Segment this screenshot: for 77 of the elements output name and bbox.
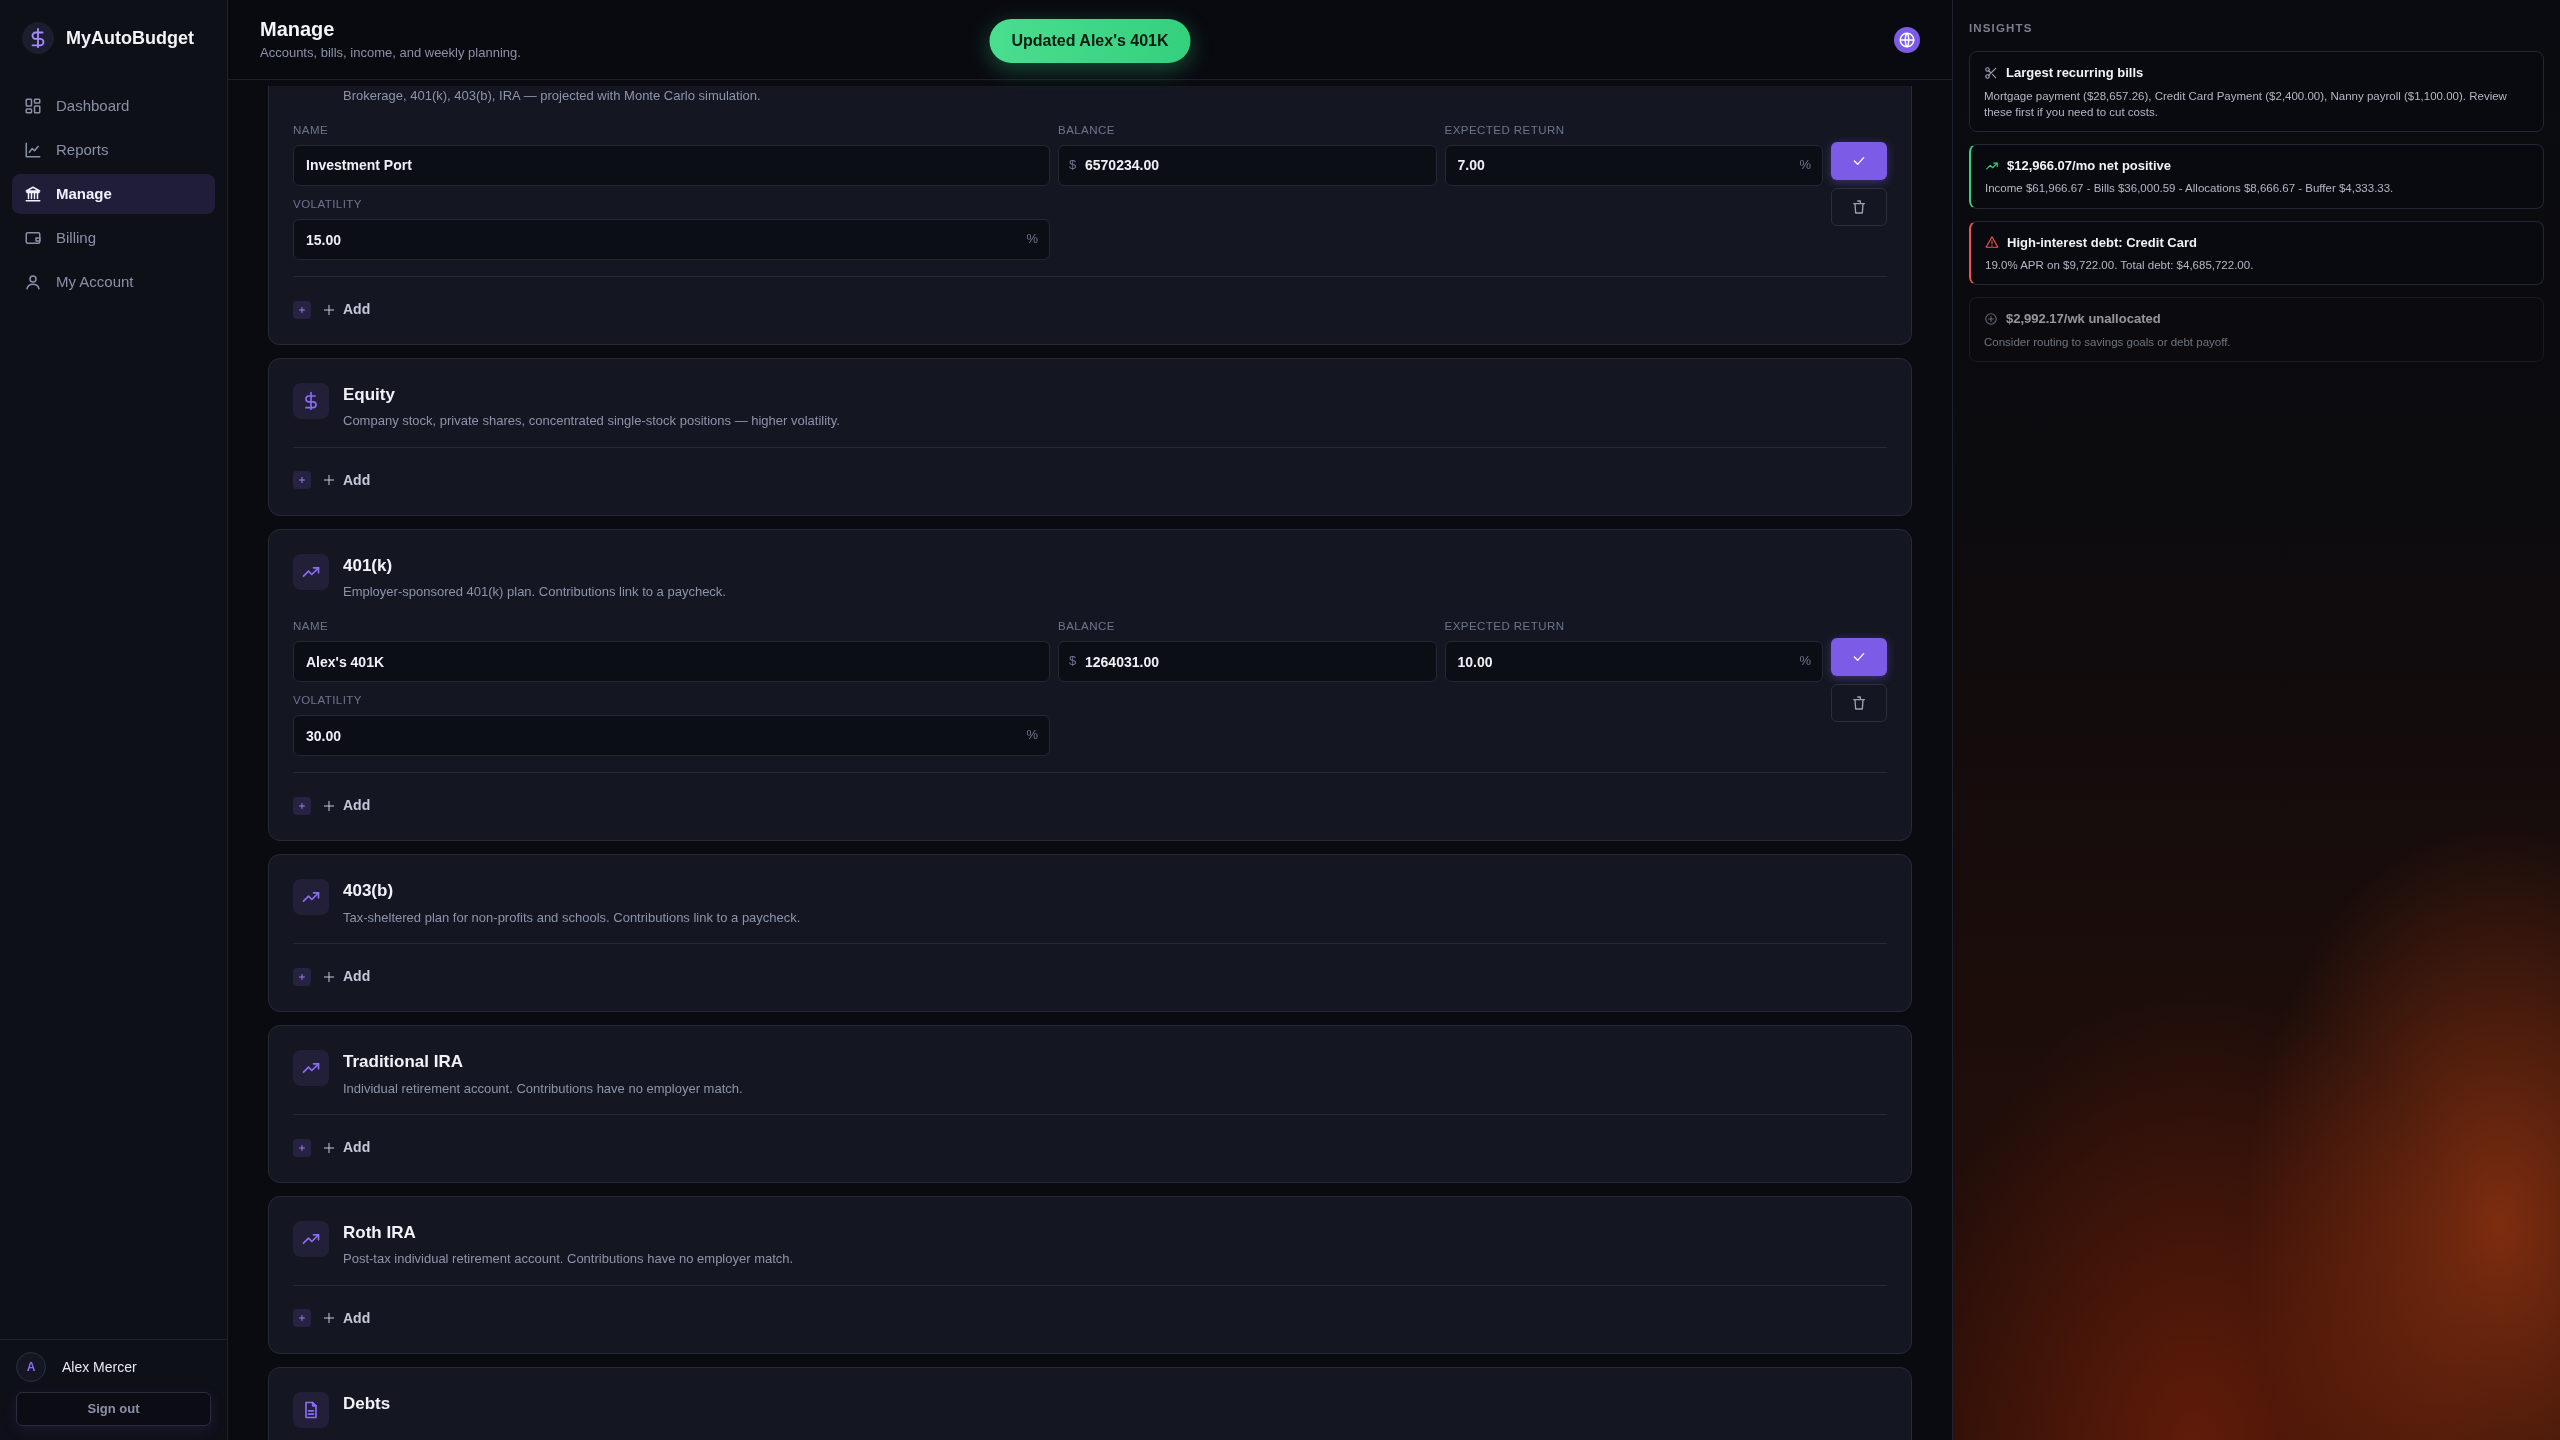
delete-button[interactable]	[1831, 187, 1887, 226]
plus-icon	[293, 796, 311, 815]
field-label: EXPECTED RETURN	[1444, 618, 1566, 634]
field-label: VOLATILITY	[293, 196, 363, 212]
line-chart-icon	[24, 141, 42, 159]
add-button[interactable]: Add	[321, 795, 371, 817]
insight-title: $2,992.17/wk unallocated	[2006, 310, 2161, 329]
section-title: Equity	[343, 385, 396, 406]
percent-sign: %	[1026, 726, 1038, 745]
percent-sign: %	[1026, 230, 1038, 248]
bank-icon	[24, 185, 42, 203]
plus-circle-icon	[1984, 311, 1998, 326]
save-button[interactable]	[1831, 141, 1887, 180]
field-label: BALANCE	[1058, 618, 1116, 634]
add-button[interactable]: Add	[321, 1137, 371, 1159]
add-button[interactable]: Add	[321, 299, 371, 320]
name-field[interactable]: Investment Port	[293, 144, 1050, 186]
sign-out-button[interactable]: Sign out	[16, 1392, 211, 1426]
add-button[interactable]: Add	[321, 966, 371, 988]
section-description: Individual retirement account. Contributions have no employer match.	[343, 1079, 743, 1098]
section-heading: INSIGHTS	[1969, 21, 2034, 36]
warning-icon	[1985, 235, 1999, 250]
scissors-icon	[1984, 66, 1998, 80]
trash-icon	[1851, 198, 1867, 215]
percent-sign: %	[1799, 155, 1811, 174]
wallet-icon	[24, 229, 42, 247]
save-button[interactable]	[1831, 637, 1887, 676]
section-description: Company stock, private shares, concentrated single-stock positions — higher volatility.	[343, 412, 840, 431]
nav-item[interactable]: Reports	[12, 130, 215, 170]
section-description: Tax-sheltered plan for non-profits and schools. Contributions link to a paycheck.	[343, 908, 801, 927]
section-description: Brokerage, 401(k), 403(b), IRA — projected with Monte Carlo simulation.	[343, 87, 761, 105]
name-field[interactable]: Alex's 401K	[293, 641, 1050, 683]
page-subtitle: Accounts, bills, income, and weekly planning.	[260, 43, 521, 62]
section-description: Employer-sponsored 401(k) plan. Contributions link to a paycheck.	[343, 583, 726, 602]
delete-button[interactable]	[1831, 683, 1887, 722]
section-title: 401(k)	[343, 555, 394, 577]
field-label: BALANCE	[1058, 122, 1116, 138]
language-button[interactable]	[1894, 26, 1920, 53]
avatar: A	[16, 1352, 46, 1382]
user-name: Alex Mercer	[62, 1357, 137, 1377]
plus-icon	[293, 967, 311, 986]
field-label: EXPECTED RETURN	[1444, 122, 1566, 138]
grid-icon	[24, 97, 42, 115]
section-title: 403(b)	[343, 881, 395, 902]
section-title: Traditional IRA	[343, 1052, 464, 1073]
globe-icon	[1898, 30, 1916, 49]
trash-icon	[1851, 694, 1867, 711]
insight-text: 19.0% APR on $9,722.00. Total debt: $4,685,722.00.	[1985, 258, 2255, 274]
section-title: Roth IRA	[343, 1223, 417, 1244]
plus-icon	[293, 300, 311, 319]
nav-item[interactable]: Dashboard	[12, 86, 215, 126]
field-label: NAME	[293, 122, 330, 138]
add-button[interactable]: Add	[321, 1307, 371, 1329]
field-label: VOLATILITY	[293, 693, 363, 709]
nav-item[interactable]: Billing	[12, 218, 215, 258]
currency-symbol: $	[1069, 652, 1077, 671]
plus-icon	[293, 1309, 311, 1328]
insight-title: $12,966.07/mo net positive	[2007, 156, 2172, 175]
insight-title: Largest recurring bills	[2006, 64, 2144, 83]
page-title: Manage	[260, 16, 336, 41]
nav-item[interactable]: Manage	[12, 174, 215, 214]
toast: Updated Alex's 401K	[989, 19, 1191, 63]
field-label: NAME	[293, 618, 330, 634]
insight-text: Income $61,966.67 - Bills $36,000.59 - Allocations $8,666.67 - Buffer $4,333.33.	[1985, 181, 2395, 197]
insight-text: Mortgage payment ($28,657.26), Credit Card Payment ($2,400.00), Nanny payroll ($1,100.00). Review these first if you need to cut costs.	[1984, 88, 2508, 120]
plus-icon	[293, 1138, 311, 1157]
insight-title: High-interest debt: Credit Card	[2007, 233, 2197, 252]
add-button[interactable]: Add	[321, 469, 371, 491]
user-icon	[24, 273, 42, 291]
section-description: Post-tax individual retirement account. Contributions have no employer match.	[343, 1250, 794, 1269]
plus-icon	[293, 471, 311, 490]
brand-name: MyAutoBudget	[66, 26, 194, 50]
currency-symbol: $	[1069, 155, 1077, 174]
insight-text: Consider routing to savings goals or debt payoff.	[1984, 334, 2232, 350]
nav-item[interactable]: My Account	[12, 262, 215, 302]
section-title: Debts	[343, 1393, 391, 1415]
percent-sign: %	[1799, 652, 1811, 671]
